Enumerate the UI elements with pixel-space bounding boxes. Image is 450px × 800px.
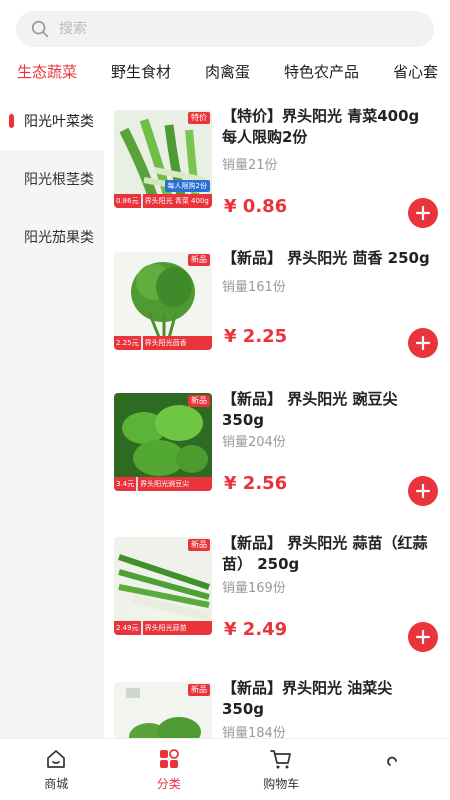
product-item[interactable]: 新品 2.49元 界头阳光蒜苗 【新品】 界头阳光 蒜苗（红蒜苗） 250g 销… [104,519,450,659]
add-to-cart-button[interactable] [408,198,438,228]
sidebar-item-label: 阳光叶菜类 [24,114,94,130]
nav-label: 分类 [156,777,181,791]
product-sales: 销量169份 [222,581,286,596]
add-to-cart-button[interactable] [408,328,438,358]
image-strip-price: 0.86元 [114,194,141,208]
nav-label: 购物车 [263,777,300,791]
product-item[interactable]: 新品 3.4元 界头阳光豌豆尖 【新品】 界头阳光 豌豆尖 350g 销量204… [104,375,450,515]
sidebar-item-label: 阳光茄果类 [24,230,94,246]
sidebar-item-leafy[interactable]: 阳光叶菜类 [0,92,104,150]
category-tabs: 生态蔬菜 野生食材 肉禽蛋 特色农产品 省心套 [0,52,450,90]
nav-home[interactable]: 商城 [0,739,113,800]
promo-badge: 每人限购2份 [164,180,210,192]
sidebar-item-root[interactable]: 阳光根茎类 [0,150,104,208]
product-title[interactable]: 【新品】 界头阳光 茴香 250g [222,248,438,269]
add-to-cart-button[interactable] [408,622,438,652]
product-image[interactable]: 新品 [114,682,212,738]
product-title[interactable]: 【新品】界头阳光 油菜尖 350g [222,678,438,720]
tab-convenience-set[interactable]: 省心套 [376,61,450,82]
tag-badge: 新品 [188,684,210,696]
cart-icon [270,750,292,769]
product-price: ¥ 0.86 [224,196,288,217]
sidebar-item-label: 阳光根茎类 [24,172,94,188]
product-image[interactable]: 新品 3.4元 界头阳光豌豆尖 [114,393,212,491]
product-price: ¥ 2.25 [224,326,288,347]
active-marker [9,114,14,128]
image-strip-price: 2.25元 [114,336,141,350]
image-strip-price: 2.49元 [114,621,141,635]
product-image[interactable]: 新品 2.49元 界头阳光蒜苗 [114,537,212,635]
product-sales: 销量204份 [222,435,286,450]
home-icon [47,750,66,768]
image-strip-name: 界头阳光 青菜 400g [142,194,212,208]
nav-profile[interactable] [338,739,450,800]
product-title[interactable]: 【新品】 界头阳光 豌豆尖 350g [222,389,438,431]
image-price-strip: 3.4元 界头阳光豌豆尖 [114,477,212,491]
search-bar[interactable] [16,11,434,47]
add-to-cart-button[interactable] [408,476,438,506]
product-item[interactable]: 新品 【新品】界头阳光 油菜尖 350g 销量184份 [104,664,450,738]
sidebar-item-fruit-veg[interactable]: 阳光茄果类 [0,208,104,266]
nav-category[interactable]: 分类 [113,739,226,800]
image-price-strip: 2.25元 界头阳光茴香 [114,336,212,350]
tag-badge: 新品 [188,254,210,266]
product-sales: 销量161份 [222,280,286,295]
bottom-nav: 商城 分类 购物车 [0,738,450,800]
plus-icon [415,205,431,221]
plus-icon [415,483,431,499]
tab-eco-vegetables[interactable]: 生态蔬菜 [0,61,94,82]
tag-badge: 新品 [188,539,210,551]
image-price-strip: 0.86元 界头阳光 青菜 400g [114,194,212,208]
nav-cart[interactable]: 购物车 [225,739,338,800]
tag-badge: 特价 [188,112,210,124]
image-price-strip: 2.49元 界头阳光蒜苗 [114,621,212,635]
product-sales: 销量184份 [222,726,286,738]
product-sales: 销量21份 [222,158,278,173]
image-strip-price: 3.4元 [114,477,137,491]
category-icon [159,749,179,768]
search-icon [31,20,49,38]
product-price: ¥ 2.56 [224,473,288,494]
tab-specialty-produce[interactable]: 特色农产品 [267,61,376,82]
tab-meat-poultry-eggs[interactable]: 肉禽蛋 [188,61,267,82]
product-list[interactable]: 特价 每人限购2份 0.86元 界头阳光 青菜 400g 【特价】界头阳光 青菜… [104,92,450,738]
subcategory-sidebar: 阳光叶菜类 阳光根茎类 阳光茄果类 [0,92,104,738]
plus-icon [415,335,431,351]
tag-badge: 新品 [188,395,210,407]
image-strip-name: 界头阳光茴香 [142,336,212,350]
product-item[interactable]: 特价 每人限购2份 0.86元 界头阳光 青菜 400g 【特价】界头阳光 青菜… [104,92,450,232]
product-image[interactable]: 新品 2.25元 界头阳光茴香 [114,252,212,350]
image-strip-name: 界头阳光蒜苗 [142,621,212,635]
product-image[interactable]: 特价 每人限购2份 0.86元 界头阳光 青菜 400g [114,110,212,208]
search-input[interactable] [59,21,399,37]
plus-icon [415,629,431,645]
product-price: ¥ 2.49 [224,619,288,640]
product-title[interactable]: 【新品】 界头阳光 蒜苗（红蒜苗） 250g [222,533,438,575]
tab-wild-food[interactable]: 野生食材 [94,61,188,82]
nav-label: 商城 [44,777,69,791]
image-strip-name: 界头阳光豌豆尖 [138,477,212,491]
user-icon [386,756,397,766]
product-item[interactable]: 新品 2.25元 界头阳光茴香 【新品】 界头阳光 茴香 250g 销量161份… [104,234,450,374]
product-title[interactable]: 【特价】界头阳光 青菜400g 每人限购2份 [222,106,438,148]
